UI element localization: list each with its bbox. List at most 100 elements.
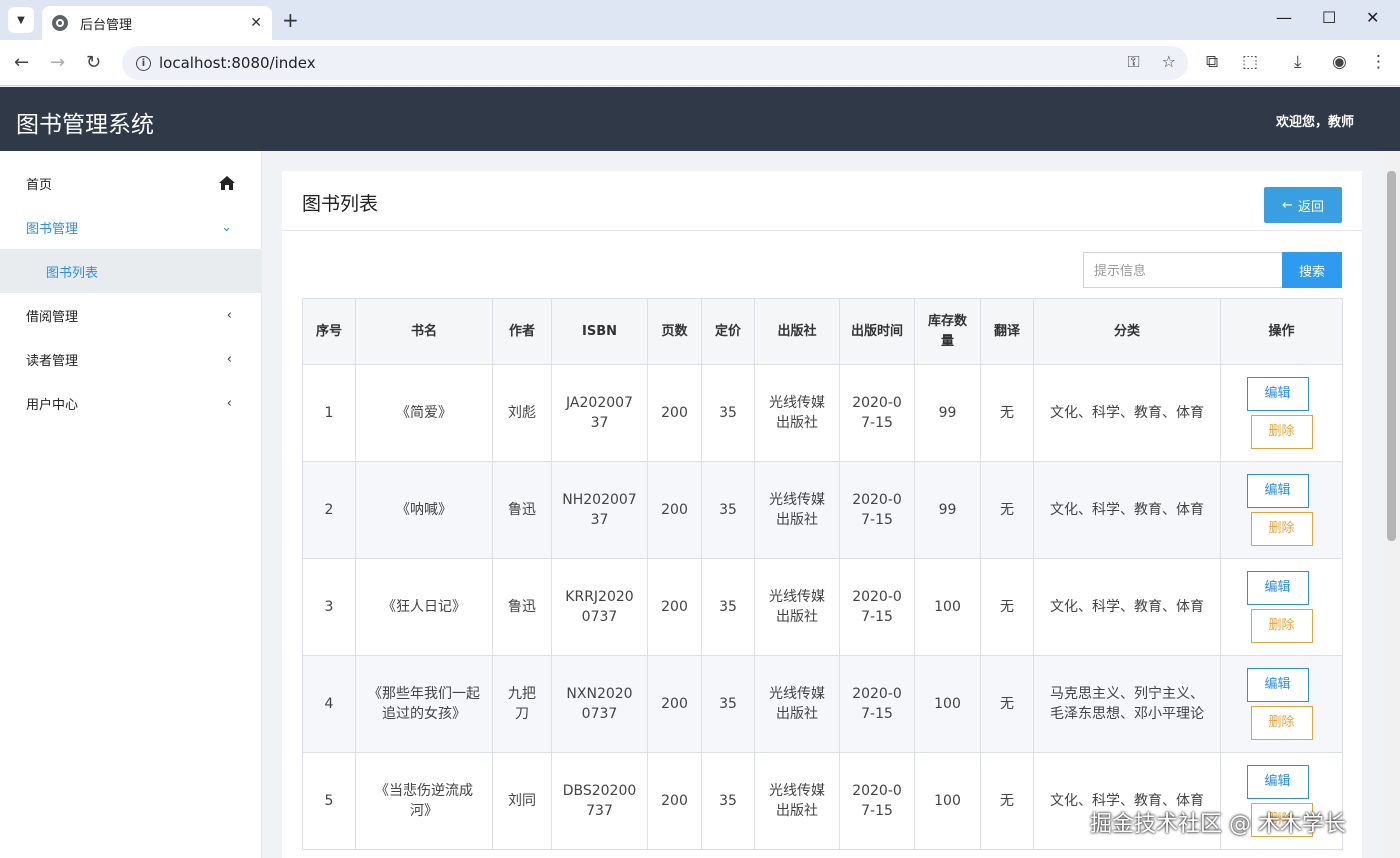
- column-header: 分类: [1033, 298, 1221, 365]
- cell-category: 马克思主义、列宁主义、毛泽东思想、邓小平理论: [1033, 655, 1221, 753]
- app-title: 图书管理系统: [16, 112, 154, 138]
- cell-translate: 无: [980, 364, 1034, 462]
- cell-publisher: 光线传媒出版社: [754, 364, 840, 462]
- cell-isbn: JA20200737: [551, 364, 648, 462]
- cell-pages: 200: [647, 558, 702, 656]
- cell-pages: 200: [647, 655, 702, 753]
- tab-search-button[interactable]: ▼: [8, 7, 34, 33]
- cell-author: 九把刀: [492, 655, 552, 753]
- table-row: 4 《那些年我们一起追过的女孩》 九把刀 NXN20200737 200 35 …: [302, 655, 1343, 753]
- column-header: 库存数量: [914, 298, 981, 365]
- download-icon[interactable]: ⤓: [1294, 52, 1302, 72]
- cell-date: 2020-07-15: [839, 752, 915, 850]
- cell-name: 《那些年我们一起追过的女孩》: [355, 655, 493, 753]
- sidebar-item-reader-management[interactable]: 读者管理 ‹: [0, 337, 262, 381]
- more-menu-icon[interactable]: ⋮: [1370, 52, 1387, 72]
- search-button[interactable]: 搜索: [1282, 252, 1342, 288]
- table-row: 2 《呐喊》 鲁迅 NH20200737 200 35 光线传媒出版社 2020…: [302, 461, 1343, 559]
- profile-icon[interactable]: ◉: [1332, 52, 1347, 72]
- cell-pages: 200: [647, 364, 702, 462]
- cell-ops: 编辑 删除: [1220, 558, 1343, 656]
- cell-author: 鲁迅: [492, 558, 552, 656]
- globe-icon: [52, 15, 68, 31]
- cell-price: 35: [701, 558, 755, 656]
- book-list-panel: 图书列表 ← 返回 搜索 序号 书名 作者 ISBN 页数 定价 出版社 出版时…: [282, 171, 1362, 858]
- edit-button[interactable]: 编辑: [1246, 668, 1309, 702]
- column-header: 翻译: [980, 298, 1034, 365]
- column-header: 定价: [701, 298, 755, 365]
- cell-translate: 无: [980, 461, 1034, 559]
- table-row: 3 《狂人日记》 鲁迅 KRRJ20200737 200 35 光线传媒出版社 …: [302, 558, 1343, 656]
- sidebar-item-label: 首页: [26, 177, 53, 193]
- sidebar-item-label: 读者管理: [26, 353, 79, 369]
- cell-author: 鲁迅: [492, 461, 552, 559]
- app-header: 图书管理系统 欢迎您，教师: [0, 87, 1400, 151]
- cell-publisher: 光线传媒出版社: [754, 752, 840, 850]
- delete-button[interactable]: 删除: [1250, 415, 1313, 449]
- url-text: localhost:8080/index: [159, 54, 316, 72]
- cell-author: 刘彪: [492, 364, 552, 462]
- cell-isbn: NH20200737: [551, 461, 648, 559]
- reload-icon[interactable]: ↻: [86, 52, 101, 73]
- url-input[interactable]: i localhost:8080/index ⚿ ☆: [122, 46, 1188, 80]
- crop-icon[interactable]: ⧉: [1206, 52, 1218, 72]
- sidebar-item-home[interactable]: 首页: [0, 161, 262, 205]
- column-header: 出版社: [754, 298, 840, 365]
- search-input[interactable]: [1083, 252, 1283, 288]
- delete-button[interactable]: 删除: [1250, 706, 1313, 740]
- cell-category: 文化、科学、教育、体育: [1033, 364, 1221, 462]
- cell-isbn: KRRJ20200737: [551, 558, 648, 656]
- bookmark-star-icon[interactable]: ☆: [1162, 52, 1176, 72]
- delete-button[interactable]: 删除: [1250, 609, 1313, 643]
- edit-button[interactable]: 编辑: [1246, 571, 1309, 605]
- book-table: 序号 书名 作者 ISBN 页数 定价 出版社 出版时间 库存数量 翻译 分类 …: [302, 298, 1343, 850]
- column-header: 页数: [647, 298, 702, 365]
- chevron-left-icon: ‹: [226, 307, 232, 323]
- forward-arrow-icon[interactable]: →: [50, 52, 65, 73]
- minimize-button[interactable]: —: [1276, 8, 1292, 27]
- column-header: 出版时间: [839, 298, 915, 365]
- sidebar-item-book-management[interactable]: 图书管理 ⌄: [0, 205, 262, 249]
- edit-button[interactable]: 编辑: [1246, 474, 1309, 508]
- sidebar-item-book-list[interactable]: 图书列表: [0, 249, 262, 293]
- edit-button[interactable]: 编辑: [1246, 765, 1309, 799]
- panel-header: 图书列表 ← 返回: [282, 171, 1362, 231]
- cell-translate: 无: [980, 752, 1034, 850]
- cell-no: 2: [302, 461, 356, 559]
- back-button[interactable]: ← 返回: [1264, 187, 1342, 223]
- back-button-label: 返回: [1297, 199, 1324, 215]
- close-window-button[interactable]: ✕: [1366, 8, 1379, 27]
- maximize-button[interactable]: ☐: [1322, 8, 1336, 27]
- cell-stock: 100: [914, 655, 981, 753]
- cell-publisher: 光线传媒出版社: [754, 655, 840, 753]
- cell-price: 35: [701, 752, 755, 850]
- key-icon[interactable]: ⚿: [1127, 52, 1139, 72]
- cell-ops: 编辑 删除: [1220, 461, 1343, 559]
- site-info-icon[interactable]: i: [136, 55, 151, 71]
- sidebar-item-label: 用户中心: [26, 397, 79, 413]
- cell-publisher: 光线传媒出版社: [754, 461, 840, 559]
- cell-pages: 200: [647, 461, 702, 559]
- cell-name: 《狂人日记》: [355, 558, 493, 656]
- delete-button[interactable]: 删除: [1250, 512, 1313, 546]
- edit-button[interactable]: 编辑: [1246, 377, 1309, 411]
- cell-author: 刘同: [492, 752, 552, 850]
- browser-tab[interactable]: 后台管理 ✕: [42, 6, 272, 40]
- extensions-icon[interactable]: ⬚: [1242, 52, 1258, 72]
- sidebar-item-label: 图书列表: [46, 265, 99, 281]
- arrow-left-icon: ←: [1282, 197, 1293, 213]
- scrollbar-thumb[interactable]: [1387, 171, 1396, 541]
- sidebar-item-borrow-management[interactable]: 借阅管理 ‹: [0, 293, 262, 337]
- column-header: ISBN: [551, 298, 648, 365]
- cell-translate: 无: [980, 655, 1034, 753]
- welcome-text: 欢迎您，教师: [1275, 115, 1354, 130]
- cell-date: 2020-07-15: [839, 558, 915, 656]
- column-header: 操作: [1220, 298, 1343, 365]
- sidebar-item-user-center[interactable]: 用户中心 ‹: [0, 381, 262, 425]
- back-arrow-icon[interactable]: ←: [14, 52, 29, 73]
- close-tab-icon[interactable]: ✕: [250, 15, 262, 31]
- new-tab-button[interactable]: +: [282, 8, 299, 32]
- main-scrollbar[interactable]: [1383, 151, 1400, 858]
- page-title: 图书列表: [302, 193, 379, 215]
- cell-ops: 编辑 删除: [1220, 655, 1343, 753]
